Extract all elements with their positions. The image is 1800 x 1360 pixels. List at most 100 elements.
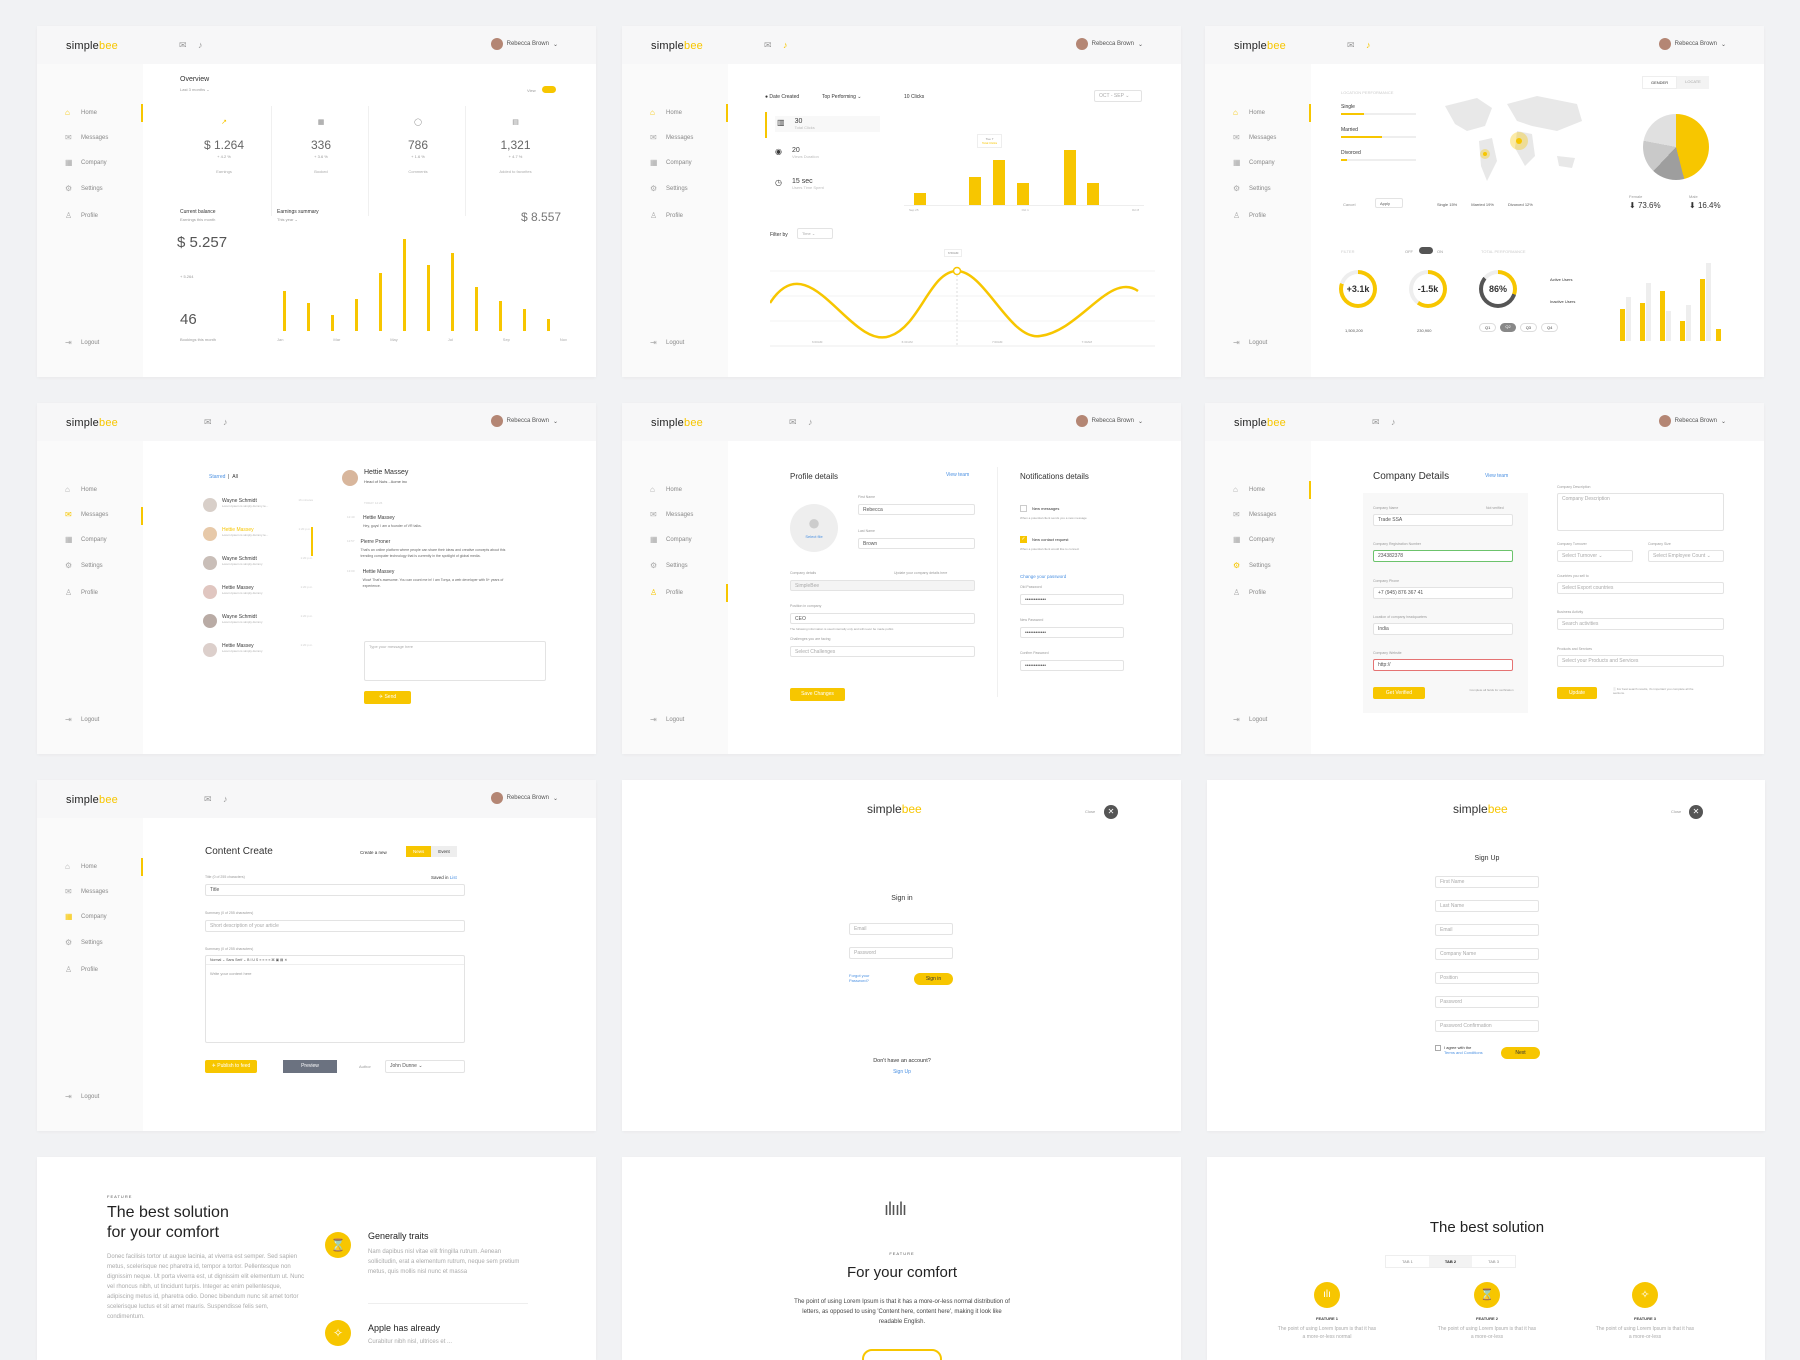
first-name-input[interactable]: Rebecca bbox=[858, 504, 975, 515]
quarter-tab[interactable]: Q2 bbox=[1500, 323, 1516, 332]
close-icon[interactable]: ✕ bbox=[1689, 805, 1703, 819]
nav-home[interactable]: ⌂ Home bbox=[1233, 108, 1265, 117]
user-menu[interactable]: Rebecca Brown ⌄ bbox=[490, 415, 558, 427]
view-toggle[interactable] bbox=[542, 86, 556, 93]
author-select[interactable]: John Dunne ⌄ bbox=[385, 1060, 465, 1073]
nav-messages[interactable]: ✉ Messages bbox=[650, 133, 693, 142]
tab-gender[interactable]: GENDER bbox=[1642, 76, 1678, 89]
terms-link[interactable]: Terms and Conditions bbox=[1444, 1050, 1483, 1055]
slider[interactable] bbox=[1341, 136, 1416, 138]
nav-settings[interactable]: ⚙ Settings bbox=[650, 561, 688, 570]
mail-icon[interactable]: ✉ bbox=[789, 417, 797, 428]
confirm-password-input[interactable]: •••••••••••• bbox=[1020, 660, 1124, 671]
tab-all[interactable]: All bbox=[232, 474, 238, 480]
view-team-link[interactable]: View team bbox=[1485, 473, 1508, 479]
signin-button[interactable]: Sign in bbox=[914, 973, 953, 985]
user-menu[interactable]: Rebecca Brown ⌄ bbox=[1075, 38, 1143, 50]
range-select[interactable]: OCT - SEP ⌄ bbox=[1094, 90, 1142, 102]
nav-messages[interactable]: ✉ Messages bbox=[65, 510, 108, 519]
apply-button[interactable]: Apply bbox=[1375, 198, 1403, 208]
slider[interactable] bbox=[1341, 113, 1416, 115]
nav-company[interactable]: ▦ Company bbox=[1233, 158, 1275, 167]
user-menu[interactable]: Rebecca Brown ⌄ bbox=[490, 38, 558, 50]
date-created-tab[interactable]: ● Date Created bbox=[765, 94, 799, 100]
password-input[interactable]: Password bbox=[1435, 996, 1539, 1008]
editor[interactable]: Normal ⌄ Sans Serif ⌄ B I U S ≡ ≡ ≡ ≡ ⌘ … bbox=[205, 955, 465, 1043]
bell-icon[interactable]: ♪ bbox=[808, 417, 813, 427]
nav-company[interactable]: ▦ Company bbox=[1233, 535, 1275, 544]
last-name-input[interactable]: Last Name bbox=[1435, 900, 1539, 912]
list-item[interactable]: Hettie Massey 1:20 p.m. Lorem Ipsum is sim… bbox=[203, 585, 313, 614]
bell-icon[interactable]: ♪ bbox=[1366, 40, 1371, 50]
nav-logout[interactable]: ⇥ Logout bbox=[1233, 715, 1267, 724]
old-password-input[interactable]: •••••••••••• bbox=[1020, 594, 1124, 605]
mail-icon[interactable]: ✉ bbox=[1347, 40, 1355, 51]
nav-home[interactable]: ⌂ Home bbox=[65, 108, 97, 117]
mail-icon[interactable]: ✉ bbox=[764, 40, 772, 51]
nav-logout[interactable]: ⇥ Logout bbox=[65, 715, 99, 724]
nav-home[interactable]: ⌂ Home bbox=[650, 108, 682, 117]
bell-icon[interactable]: ♪ bbox=[223, 417, 228, 427]
send-button[interactable]: ✈ Send bbox=[364, 691, 411, 704]
cancel-button[interactable]: Cancel bbox=[1343, 202, 1355, 207]
nav-home[interactable]: ⌂ Home bbox=[65, 862, 97, 871]
close-label[interactable]: Close bbox=[1085, 809, 1095, 814]
message-input[interactable]: Type your message here bbox=[364, 641, 546, 681]
nav-profile[interactable]: ♙ Profile bbox=[650, 211, 683, 220]
filter-toggle[interactable] bbox=[1419, 247, 1433, 254]
user-menu[interactable]: Rebecca Brown ⌄ bbox=[1658, 415, 1726, 427]
tab-news[interactable]: News bbox=[406, 846, 432, 857]
mail-icon[interactable]: ✉ bbox=[1372, 417, 1380, 428]
editor-toolbar[interactable]: Normal ⌄ Sans Serif ⌄ B I U S ≡ ≡ ≡ ≡ ⌘ … bbox=[206, 956, 464, 965]
nav-home[interactable]: ⌂ Home bbox=[65, 485, 97, 494]
nav-logout[interactable]: ⇥ Logout bbox=[650, 715, 684, 724]
checkbox-new-messages[interactable] bbox=[1020, 505, 1027, 512]
nav-messages[interactable]: ✉ Messages bbox=[65, 887, 108, 896]
last-name-input[interactable]: Brown bbox=[858, 538, 975, 549]
get-verified-button[interactable]: Get Verified bbox=[1373, 687, 1425, 699]
tab-2[interactable]: TAB 2 bbox=[1428, 1256, 1473, 1267]
nav-profile[interactable]: ♙ Profile bbox=[65, 211, 98, 220]
tab-1[interactable]: TAB 1 bbox=[1386, 1256, 1429, 1267]
nav-logout[interactable]: ⇥ Logout bbox=[650, 338, 684, 347]
nav-logout[interactable]: ⇥ Logout bbox=[65, 1092, 99, 1101]
nav-messages[interactable]: ✉ Messages bbox=[1233, 510, 1276, 519]
nav-messages[interactable]: ✉ Messages bbox=[65, 133, 108, 142]
location-input[interactable]: India bbox=[1373, 623, 1513, 635]
password-confirm-input[interactable]: Password Confirmation bbox=[1435, 1020, 1539, 1032]
phone-input[interactable]: +7 (945) 876 367 41 bbox=[1373, 587, 1513, 599]
nav-company[interactable]: ▦ Company bbox=[65, 158, 107, 167]
nav-profile[interactable]: ♙ Profile bbox=[650, 588, 683, 597]
update-button[interactable]: Update bbox=[1557, 687, 1597, 699]
nav-home[interactable]: ⌂ Home bbox=[650, 485, 682, 494]
nav-company[interactable]: ▦ Company bbox=[650, 535, 692, 544]
company-input[interactable]: SimpleBee bbox=[790, 580, 975, 591]
profile-avatar[interactable]: ● Select file bbox=[790, 504, 838, 552]
products-input[interactable]: Select your Products and Services bbox=[1557, 655, 1724, 667]
checkbox-contact-request[interactable]: ✓ bbox=[1020, 536, 1027, 543]
website-input[interactable]: http:// bbox=[1373, 659, 1513, 671]
nav-messages[interactable]: ✉ Messages bbox=[650, 510, 693, 519]
password-input[interactable]: Password bbox=[849, 947, 953, 959]
nav-profile[interactable]: ♙ Profile bbox=[1233, 211, 1266, 220]
tab-starred[interactable]: Starred bbox=[209, 474, 225, 480]
signup-link[interactable]: Sign Up bbox=[822, 1069, 982, 1075]
bell-icon[interactable]: ♪ bbox=[198, 40, 203, 50]
tab-3[interactable]: TAB 3 bbox=[1472, 1256, 1515, 1267]
nav-company[interactable]: ▦ Company bbox=[650, 158, 692, 167]
position-input[interactable]: CEO bbox=[790, 613, 975, 624]
nav-messages[interactable]: ✉ Messages bbox=[1233, 133, 1276, 142]
quarter-tab[interactable]: Q1 bbox=[1479, 323, 1497, 332]
list-item[interactable]: Wayne Schmidt 1:20 p.m. Lorem Ipsum is sim… bbox=[203, 614, 313, 643]
quarter-tab[interactable]: Q3 bbox=[1519, 323, 1538, 332]
nav-company[interactable]: ▦ Company bbox=[65, 912, 107, 921]
preview-button[interactable]: Preview bbox=[283, 1060, 337, 1073]
company-name-input[interactable]: Trade SSA bbox=[1373, 514, 1513, 526]
list-item[interactable]: Wayne Schmidt 1:20 p.m. Lorem Ipsum is sim… bbox=[203, 556, 313, 585]
challenges-select[interactable]: Select Challenges bbox=[790, 646, 975, 657]
next-button[interactable]: Next bbox=[1501, 1047, 1540, 1059]
mail-icon[interactable]: ✉ bbox=[204, 794, 212, 805]
summary-period[interactable]: This year ⌄ bbox=[277, 217, 298, 222]
filter-select[interactable]: Time ⌄ bbox=[797, 228, 833, 239]
top-performing-tab[interactable]: Top Performing ⌄ bbox=[822, 94, 861, 100]
